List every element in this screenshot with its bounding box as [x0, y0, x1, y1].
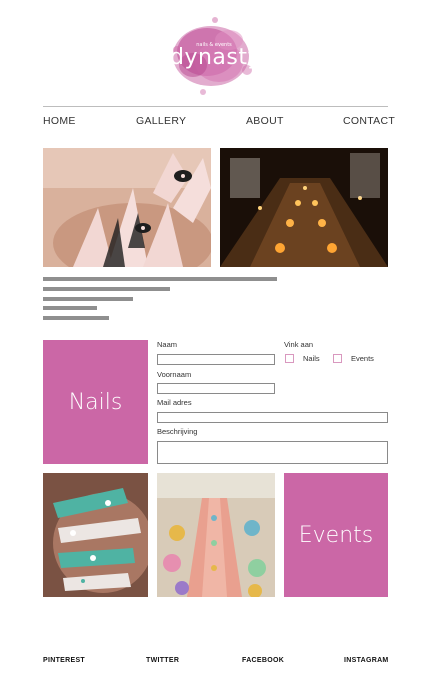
nail-art-photo[interactable] — [43, 148, 211, 267]
footer-twitter-link[interactable]: TWITTER — [146, 657, 179, 664]
event-decor-photo[interactable] — [157, 473, 275, 597]
nail-design-photo[interactable] — [43, 473, 148, 597]
nav-about-link[interactable]: ABOUT — [246, 115, 284, 127]
vink-aan-label: Vink aan — [284, 340, 314, 349]
mail-field[interactable] — [157, 412, 388, 423]
text-placeholder-line — [43, 306, 97, 310]
text-placeholder-line — [43, 297, 133, 301]
nav-gallery-link[interactable]: GALLERY — [136, 115, 186, 127]
footer-pinterest-link[interactable]: PINTEREST — [43, 657, 85, 664]
naam-field[interactable] — [157, 354, 275, 365]
text-placeholder-line — [43, 287, 170, 291]
events-tile-label: Events — [298, 522, 374, 548]
footer-facebook-link[interactable]: FACEBOOK — [242, 657, 284, 664]
nails-checkbox[interactable] — [285, 354, 294, 363]
naam-label: Naam — [157, 340, 178, 349]
events-checkbox-label: Events — [351, 354, 374, 363]
nav-home-link[interactable]: HOME — [43, 115, 76, 127]
mail-label: Mail adres — [157, 398, 192, 407]
nails-tile[interactable]: Nails — [43, 340, 148, 464]
beschrijving-label: Beschrijving — [157, 427, 198, 436]
nails-tile-label: Nails — [68, 389, 123, 415]
nav-divider — [43, 106, 388, 107]
events-tile[interactable]: Events — [284, 473, 388, 597]
footer-instagram-link[interactable]: INSTAGRAM — [344, 657, 389, 664]
event-table-photo[interactable] — [220, 148, 388, 267]
events-checkbox[interactable] — [333, 354, 342, 363]
text-placeholder-line — [43, 316, 109, 320]
voornaam-field[interactable] — [157, 383, 275, 394]
nails-checkbox-label: Nails — [303, 354, 320, 363]
beschrijving-textarea[interactable] — [157, 441, 388, 464]
nav-contact-link[interactable]: CONTACT — [343, 115, 395, 127]
logo-wordmark: dynasty — [170, 45, 262, 70]
text-placeholder-line — [43, 277, 277, 281]
voornaam-label: Voornaam — [157, 370, 192, 379]
